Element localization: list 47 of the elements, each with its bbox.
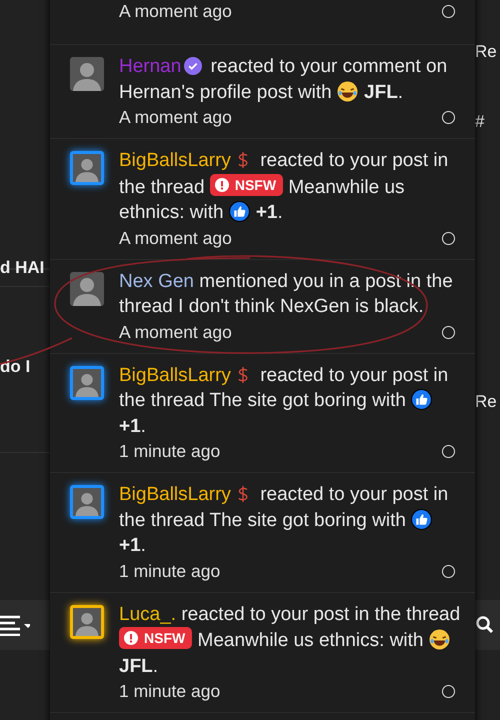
laughing-emoji-icon bbox=[337, 80, 358, 102]
notification-text[interactable]: BigBallsLarry reacted to your post in the thread The site got boring with +1. bbox=[119, 362, 461, 439]
timestamp: A moment ago bbox=[119, 320, 232, 344]
sort-menu-icon[interactable] bbox=[0, 614, 30, 636]
mark-read-button[interactable] bbox=[442, 111, 455, 124]
thread-title: d HAI bbox=[0, 258, 46, 278]
mark-read-button[interactable] bbox=[442, 232, 455, 244]
timestamp: A moment ago bbox=[119, 226, 232, 250]
reply-label: Re bbox=[475, 392, 497, 412]
notification-text[interactable]: Hernan reacted to your comment on Hernan's profile post with JFL. bbox=[119, 54, 461, 105]
thumbs-up-icon bbox=[228, 201, 250, 222]
timestamp: 1 minute ago bbox=[119, 440, 220, 463]
mark-read-button[interactable] bbox=[442, 326, 455, 338]
notification-text[interactable]: BigBallsLarry reacted to your post in the thread NSFW Meanwhile us ethnics: with +1. bbox=[119, 148, 461, 226]
notification-text[interactable]: Luca_. reacted to your post in the thread NSFW Meanwhile us ethnics: with JFL. bbox=[119, 602, 461, 679]
username-link[interactable]: Luca_. bbox=[119, 604, 176, 624]
thread-title: do I bbox=[0, 357, 32, 377]
avatar[interactable] bbox=[70, 366, 104, 400]
search-icon[interactable] bbox=[475, 615, 493, 635]
username-link[interactable]: BigBallsLarry bbox=[119, 150, 231, 171]
mark-read-button[interactable] bbox=[442, 5, 455, 18]
avatar[interactable] bbox=[70, 57, 104, 91]
mark-read-button[interactable] bbox=[442, 445, 455, 458]
avatar[interactable] bbox=[70, 604, 104, 638]
username-link[interactable]: Nex Gen bbox=[119, 270, 194, 292]
timestamp: A moment ago bbox=[119, 0, 232, 23]
mark-read-button[interactable] bbox=[442, 564, 455, 578]
reply-label: Re bbox=[475, 42, 497, 62]
username-link[interactable]: BigBallsLarry bbox=[119, 364, 231, 386]
exclamation-icon bbox=[214, 178, 229, 192]
hash-label: # bbox=[475, 112, 484, 132]
timestamp: 1 minute ago bbox=[119, 560, 220, 583]
avatar[interactable] bbox=[70, 151, 104, 185]
notification-text[interactable]: BigBallsLarry reacted to your post in the thread The site got boring with +1. bbox=[119, 482, 461, 558]
laughing-emoji-icon bbox=[428, 629, 450, 650]
thumbs-up-icon bbox=[411, 508, 432, 530]
mark-read-button[interactable] bbox=[442, 685, 455, 698]
exclamation-icon bbox=[124, 631, 138, 645]
timestamp: A moment ago bbox=[119, 106, 232, 129]
verified-badge-icon bbox=[184, 57, 202, 75]
nsfw-tag: NSFW bbox=[119, 627, 192, 649]
timestamp: 1 minute ago bbox=[119, 680, 220, 703]
avatar[interactable] bbox=[70, 272, 104, 306]
thumbs-up-icon bbox=[411, 389, 432, 410]
username-link[interactable]: BigBallsLarry bbox=[119, 484, 231, 505]
avatar[interactable] bbox=[70, 485, 104, 519]
nsfw-tag: NSFW bbox=[210, 174, 284, 196]
